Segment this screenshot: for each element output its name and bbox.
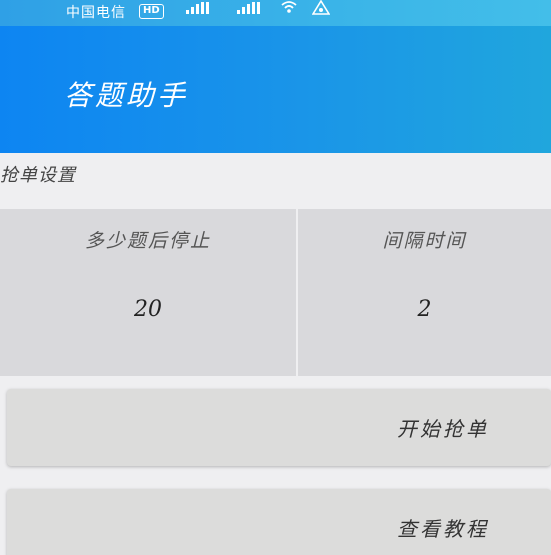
hd-badge: HD: [139, 4, 164, 19]
app-header: 答题助手: [0, 26, 551, 153]
signal-icon: [186, 2, 212, 14]
carrier-name: 中国电信: [66, 5, 126, 21]
view-tutorial-button[interactable]: 查看教程: [7, 489, 551, 555]
interval-label: 间隔时间: [382, 230, 467, 252]
stop-after-setting[interactable]: 多少题后停止 20: [0, 209, 296, 376]
wifi-icon: [281, 1, 297, 13]
stop-after-label: 多少题后停止: [84, 230, 211, 252]
section-label: 抢单设置: [0, 165, 76, 186]
interval-setting[interactable]: 间隔时间 2: [298, 209, 551, 376]
signal-icon: [237, 2, 263, 14]
start-grab-label: 开始抢单: [397, 417, 489, 441]
interval-value[interactable]: 2: [298, 297, 551, 322]
app-title: 答题助手: [64, 79, 189, 112]
status-bar: 中国电信 HD: [0, 0, 551, 26]
start-grab-button[interactable]: 开始抢单: [7, 389, 551, 466]
stop-after-value[interactable]: 20: [0, 297, 296, 322]
view-tutorial-label: 查看教程: [397, 517, 489, 541]
alert-icon: [312, 0, 330, 15]
